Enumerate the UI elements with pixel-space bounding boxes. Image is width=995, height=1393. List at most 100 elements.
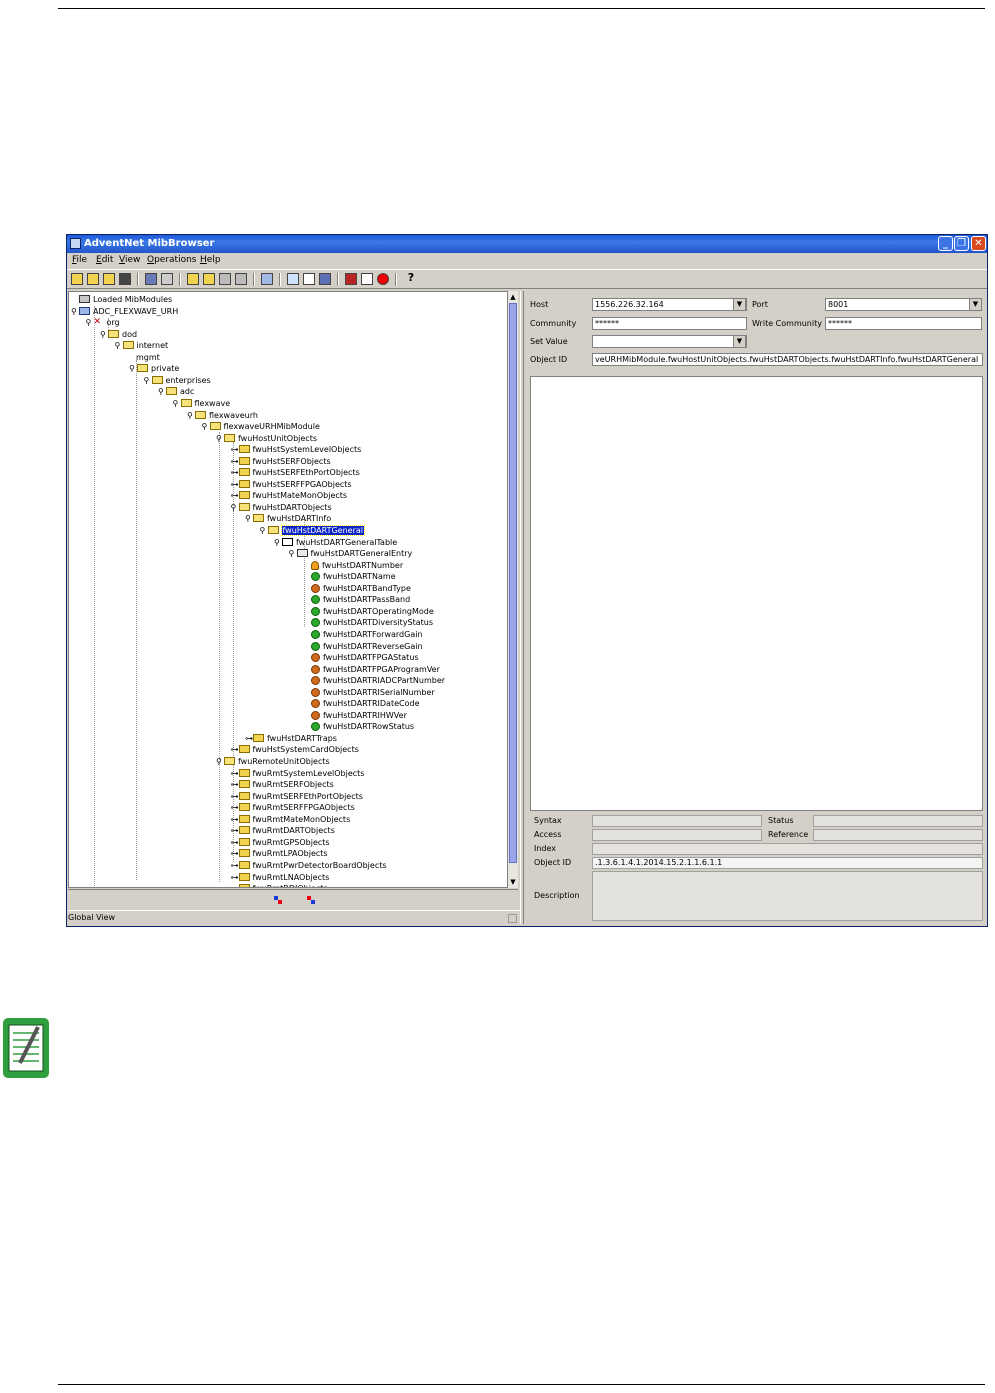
tree-node[interactable]: ⊶ fwuRmtSystemLevelObjects <box>231 768 364 779</box>
tree-node[interactable]: ⚲ ✕ org <box>86 317 120 328</box>
expand-handle-icon[interactable]: ⊶ <box>231 883 239 887</box>
expand-handle-icon[interactable]: ⊶ <box>231 490 239 501</box>
expand-handle-icon[interactable]: ⊶ <box>231 467 239 478</box>
close-icon[interactable]: ✕ <box>971 236 986 251</box>
tree-node[interactable]: fwuHstDARTOperatingMode <box>303 606 434 617</box>
tree-node[interactable]: ⊶ fwuRmtSERFObjects <box>231 779 334 790</box>
tree-node[interactable]: fwuHstDARTRIHWVer <box>303 710 407 721</box>
tree-node[interactable]: fwuHstDARTBandType <box>303 583 411 594</box>
edit-icon[interactable] <box>361 273 373 285</box>
tree-node[interactable]: ⊶ fwuRmtMateMonObjects <box>231 814 350 825</box>
find-icon[interactable] <box>119 273 131 285</box>
tree-node[interactable]: ⚲ fwuHstDARTGeneralTable <box>274 537 397 548</box>
resize-grip-icon[interactable] <box>508 914 517 923</box>
tree-node[interactable]: ⚲ fwuHostUnitObjects <box>216 433 317 444</box>
tree-node[interactable]: ⚲ fwuHstDARTObjects <box>231 502 332 513</box>
tree-node[interactable]: ⚲ fwuRemoteUnitObjects <box>216 756 330 767</box>
tree-node[interactable]: ⚲ dod <box>100 329 137 340</box>
expand-handle-icon[interactable]: ⚲ <box>144 375 151 386</box>
chart-icon[interactable] <box>303 273 315 285</box>
scroll-down-icon[interactable]: ▼ <box>509 877 517 887</box>
expand-handle-icon[interactable]: ⚲ <box>289 548 296 559</box>
expand-handle-icon[interactable]: ⚲ <box>202 421 209 432</box>
menu-operations[interactable]: Operations <box>147 255 197 265</box>
tree-node[interactable]: ⊶ fwuRmtSERFEthPortObjects <box>231 791 363 802</box>
tree-node[interactable]: ⚲ private <box>129 363 179 374</box>
expand-handle-icon[interactable]: ⚲ <box>274 537 281 548</box>
tree-node[interactable]: fwuHstDARTRowStatus <box>303 721 414 732</box>
expand-handle-icon[interactable]: ⚲ <box>231 502 238 513</box>
tree-node[interactable]: fwuHstDARTDiversityStatus <box>303 617 433 628</box>
tree-node[interactable]: ⚲ fwuHstDARTGeneralEntry <box>289 548 412 559</box>
expand-handle-icon[interactable]: ⚲ <box>216 756 223 767</box>
table-icon[interactable] <box>319 273 331 285</box>
expand-handle-icon[interactable]: ⊶ <box>231 802 239 813</box>
tree-node[interactable]: ⊶ fwuRmtDARTObjects <box>231 825 335 836</box>
help-icon[interactable]: ? <box>405 272 417 285</box>
graph-icon[interactable] <box>287 273 299 285</box>
expand-handle-icon[interactable]: ⚲ <box>245 513 252 524</box>
scroll-thumb[interactable] <box>509 303 517 863</box>
copy-icon[interactable] <box>187 273 199 285</box>
tree-node[interactable]: ⊶ fwuRmtPwrDetectorBoardObjects <box>231 860 387 871</box>
tree-node[interactable]: ⚲ adc <box>158 386 194 397</box>
expand-handle-icon[interactable]: ⚲ <box>115 340 122 351</box>
title-bar[interactable]: AdventNet MibBrowser _ ❐ ✕ <box>67 235 987 253</box>
tree-node[interactable]: ⚲ fwuHstDARTGeneral <box>260 525 365 536</box>
set-value-dropdown-icon[interactable]: ▼ <box>733 335 746 348</box>
scroll-up-icon[interactable]: ▲ <box>509 292 517 302</box>
menu-view[interactable]: View <box>119 255 140 265</box>
result-display[interactable] <box>530 376 983 811</box>
tree-node[interactable]: ⊶ fwuRmtGPSObjects <box>231 837 330 848</box>
tree-node[interactable]: ⚲ fwuHstDARTInfo <box>245 513 331 524</box>
object-id-field[interactable]: veURHMibModule.fwuHostUnitObjects.fwuHst… <box>592 353 983 366</box>
tree-node[interactable]: ⊶ fwuHstSERFFPGAObjects <box>231 479 352 490</box>
tree-node[interactable]: ⊶ fwuHstSystemCardObjects <box>231 744 359 755</box>
expand-handle-icon[interactable]: ⚲ <box>260 525 267 536</box>
expand-handle-icon[interactable]: ⊶ <box>245 733 253 744</box>
expand-handle-icon[interactable]: ⚲ <box>86 317 93 328</box>
tree-node[interactable]: fwuHstDARTPassBand <box>303 594 410 605</box>
expand-handle-icon[interactable]: ⊶ <box>231 837 239 848</box>
expand-handle-icon[interactable]: ⚲ <box>129 363 136 374</box>
expand-handle-icon[interactable]: ⚲ <box>173 398 180 409</box>
tree-node[interactable]: fwuHstDARTName <box>303 571 396 582</box>
tree-node[interactable]: ⚲ flexwaveURHMibModule <box>202 421 320 432</box>
tree-node[interactable]: fwuHstDARTFPGAProgramVer <box>303 664 440 675</box>
save-icon[interactable] <box>145 273 157 285</box>
tree-node[interactable]: ⚲ internet <box>115 340 168 351</box>
tree-node[interactable]: ⊶ fwuRmtSERFFPGAObjects <box>231 802 355 813</box>
expand-handle-icon[interactable]: ⊶ <box>231 479 239 490</box>
open-icon[interactable] <box>71 273 83 285</box>
trap-icon[interactable] <box>261 273 273 285</box>
expand-handle-icon[interactable]: ⚲ <box>100 329 107 340</box>
tree-node[interactable]: fwuHstDARTReverseGain <box>303 641 423 652</box>
tree-node[interactable]: ⊶ fwuHstSystemLevelObjects <box>231 444 361 455</box>
tree-scrollbar[interactable]: ▲ ▼ <box>507 291 518 888</box>
settings-icon[interactable] <box>235 273 247 285</box>
tree-node[interactable]: ⊶ fwuHstSERFEthPortObjects <box>231 467 360 478</box>
load-icon[interactable] <box>87 273 99 285</box>
tree-node[interactable]: mgmt <box>129 352 160 363</box>
community-field[interactable]: ****** <box>592 317 747 330</box>
tree-node[interactable]: ⊶ fwuRmtRDIObjects <box>231 883 328 887</box>
tree-node[interactable]: ⚲ ADC_FLEXWAVE_URH <box>71 306 178 317</box>
expand-handle-icon[interactable]: ⚲ <box>71 306 78 317</box>
host-field[interactable]: 1556.226.32.164 <box>592 298 747 311</box>
delete-icon[interactable] <box>219 273 231 285</box>
tree-node[interactable]: ⚲ enterprises <box>144 375 211 386</box>
unload-icon[interactable] <box>103 273 115 285</box>
menu-file[interactable]: File <box>72 255 87 265</box>
tree-node[interactable]: ⊶ fwuHstMateMonObjects <box>231 490 347 501</box>
expand-handle-icon[interactable]: ⊶ <box>231 860 239 871</box>
paste-icon[interactable] <box>203 273 215 285</box>
expand-handle-icon[interactable]: ⊶ <box>231 848 239 859</box>
debug-icon[interactable] <box>345 273 357 285</box>
expand-handle-icon[interactable]: ⊶ <box>231 791 239 802</box>
expand-handle-icon[interactable]: ⊶ <box>231 744 239 755</box>
tree-node[interactable]: ⊶ fwuRmtLNAObjects <box>231 872 329 883</box>
expand-handle-icon[interactable]: ⚲ <box>187 410 194 421</box>
tree-node[interactable]: ⊶ fwuHstDARTTraps <box>245 733 337 744</box>
mib-tree[interactable]: Loaded MibModules ⚲ ADC_FLEXWAVE_URH ⚲ ✕ org ⚲… <box>68 291 508 888</box>
expand-handle-icon[interactable]: ⊶ <box>231 456 239 467</box>
